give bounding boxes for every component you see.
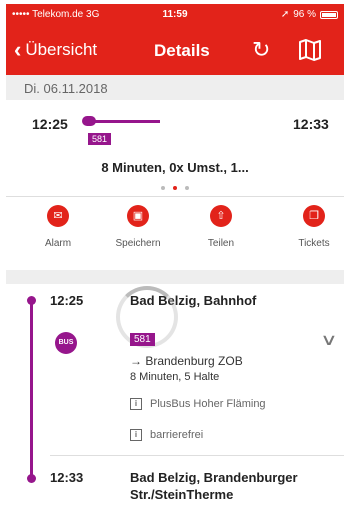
carrier-label: ••••• Telekom.de 3G [12, 9, 100, 20]
end-stop-name[interactable]: Bad Belzig, Brandenburger [130, 470, 298, 485]
tickets-button[interactable]: ❐ Tickets [274, 200, 350, 249]
share-button[interactable]: ⇧ Teilen [181, 200, 261, 249]
navigation-bar: ‹ Übersicht Details ↻ [6, 28, 344, 72]
alarm-icon: ✉ [47, 205, 69, 227]
date-header: Di. 06.11.2018 [6, 75, 344, 100]
line-badge: 581 [88, 133, 112, 145]
line-badge: 581 [130, 333, 155, 346]
battery-percent: 96 % [293, 9, 316, 20]
divider [50, 455, 344, 456]
page-dot [161, 186, 165, 190]
location-arrow-icon: ➚ [280, 9, 290, 20]
section-separator [6, 270, 344, 284]
operator-label: PlusBus Hoher Fläming [150, 398, 266, 410]
back-button[interactable]: ‹ Übersicht [14, 37, 98, 62]
share-label: Teilen [207, 238, 235, 249]
alarm-button[interactable]: ✉ Alarm [18, 200, 98, 249]
leg-duration: 8 Minuten, 5 Halte [130, 371, 220, 383]
briefcase-icon: ▣ [127, 205, 149, 227]
end-time: 12:33 [50, 470, 84, 485]
operator-info: i PlusBus Hoher Fläming [130, 398, 266, 410]
page-title: Details [154, 41, 210, 60]
end-stop-name-line2[interactable]: Str./SteinTherme [130, 487, 233, 502]
page-dot [185, 186, 189, 190]
direction-text: → Brandenburg ZOB [130, 354, 243, 368]
summary-text: 8 Minuten, 0x Umst., 1... [101, 160, 249, 175]
status-bar: ••••• Telekom.de 3G 11:59 ➚ 96 % [6, 4, 344, 26]
tickets-label: Tickets [298, 238, 330, 249]
map-icon[interactable] [298, 39, 322, 61]
save-label: Speichern [115, 238, 161, 249]
refresh-icon[interactable]: ↻ [252, 37, 270, 63]
status-right: ➚ 96 % [281, 9, 338, 20]
chevron-down-icon[interactable]: ∨ [320, 330, 338, 350]
accessibility-info: i barrierefrei [130, 429, 203, 441]
page-indicator[interactable] [6, 186, 344, 190]
connection-summary[interactable]: 12:25 581 12:33 8 Minuten, 0x Umst., 1..… [6, 100, 344, 195]
save-button[interactable]: ▣ Speichern [98, 200, 178, 249]
info-icon: i [130, 398, 142, 410]
start-time: 12:25 [50, 293, 84, 308]
bus-icon: BUS [55, 332, 77, 354]
action-bar: ✉ Alarm ▣ Speichern ⇧ Teilen ❐ Tickets [6, 200, 344, 270]
start-stop-dot [27, 296, 36, 305]
share-icon: ⇧ [210, 205, 232, 227]
departure-time: 12:25 [32, 116, 68, 132]
battery-icon [320, 10, 338, 19]
route-timeline [30, 300, 33, 478]
alarm-label: Alarm [44, 238, 72, 249]
divider [6, 196, 344, 197]
route-line [94, 120, 160, 123]
tickets-icon: ❐ [303, 205, 325, 227]
arrival-time: 12:33 [293, 116, 329, 132]
end-stop-dot [27, 474, 36, 483]
accessibility-label: barrierefrei [150, 429, 204, 441]
chevron-left-icon: ‹ [14, 37, 22, 62]
page-dot-active [173, 186, 177, 190]
back-label: Übersicht [25, 40, 98, 59]
info-icon: i [130, 429, 142, 441]
header: ••••• Telekom.de 3G 11:59 ➚ 96 % ‹ Übers… [6, 4, 344, 75]
